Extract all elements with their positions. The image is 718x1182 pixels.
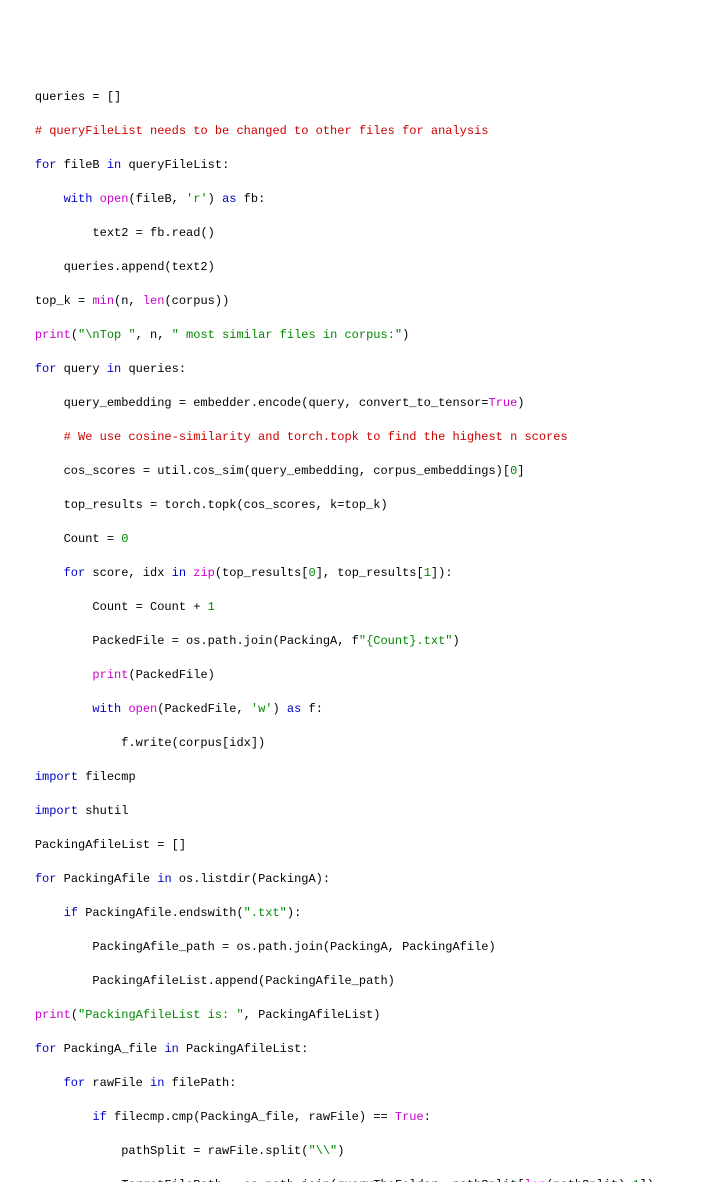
code-line: top_k = min(n, len(corpus)) (6, 293, 718, 310)
code-block: queries = [] # queryFileList needs to be… (6, 72, 718, 1182)
code-line: top_results = torch.topk(cos_scores, k=t… (6, 497, 718, 514)
code-line: print("PackingAfileList is: ", PackingAf… (6, 1007, 718, 1024)
code-line: if filecmp.cmp(PackingA_file, rawFile) =… (6, 1109, 718, 1126)
code-line: text2 = fb.read() (6, 225, 718, 242)
code-line: queries = [] (6, 89, 718, 106)
code-line: with open(fileB, 'r') as fb: (6, 191, 718, 208)
code-line: for PackingA_file in PackingAfileList: (6, 1041, 718, 1058)
code-line: cos_scores = util.cos_sim(query_embeddin… (6, 463, 718, 480)
code-line: with open(PackedFile, 'w') as f: (6, 701, 718, 718)
code-line: for fileB in queryFileList: (6, 157, 718, 174)
code-line: query_embedding = embedder.encode(query,… (6, 395, 718, 412)
code-line: import shutil (6, 803, 718, 820)
code-line: print(PackedFile) (6, 667, 718, 684)
code-line: # We use cosine-similarity and torch.top… (6, 429, 718, 446)
code-line: PackingAfileList.append(PackingAfile_pat… (6, 973, 718, 990)
code-line: if PackingAfile.endswith(".txt"): (6, 905, 718, 922)
code-line: PackedFile = os.path.join(PackingA, f"{C… (6, 633, 718, 650)
code-line: for query in queries: (6, 361, 718, 378)
code-line: f.write(corpus[idx]) (6, 735, 718, 752)
code-line: PackingAfileList = [] (6, 837, 718, 854)
code-line: queries.append(text2) (6, 259, 718, 276)
code-line: PackingAfile_path = os.path.join(Packing… (6, 939, 718, 956)
code-line: print("\nTop ", n, " most similar files … (6, 327, 718, 344)
code-line: for PackingAfile in os.listdir(PackingA)… (6, 871, 718, 888)
code-line: # queryFileList needs to be changed to o… (6, 123, 718, 140)
code-line: Count = Count + 1 (6, 599, 718, 616)
code-line: for rawFile in filePath: (6, 1075, 718, 1092)
code-line: Count = 0 (6, 531, 718, 548)
code-line: import filecmp (6, 769, 718, 786)
code-line: pathSplit = rawFile.split("\\") (6, 1143, 718, 1160)
code-line: TargetFilePath = os.path.join(queryTheFo… (6, 1177, 718, 1182)
code-line: for score, idx in zip(top_results[0], to… (6, 565, 718, 582)
